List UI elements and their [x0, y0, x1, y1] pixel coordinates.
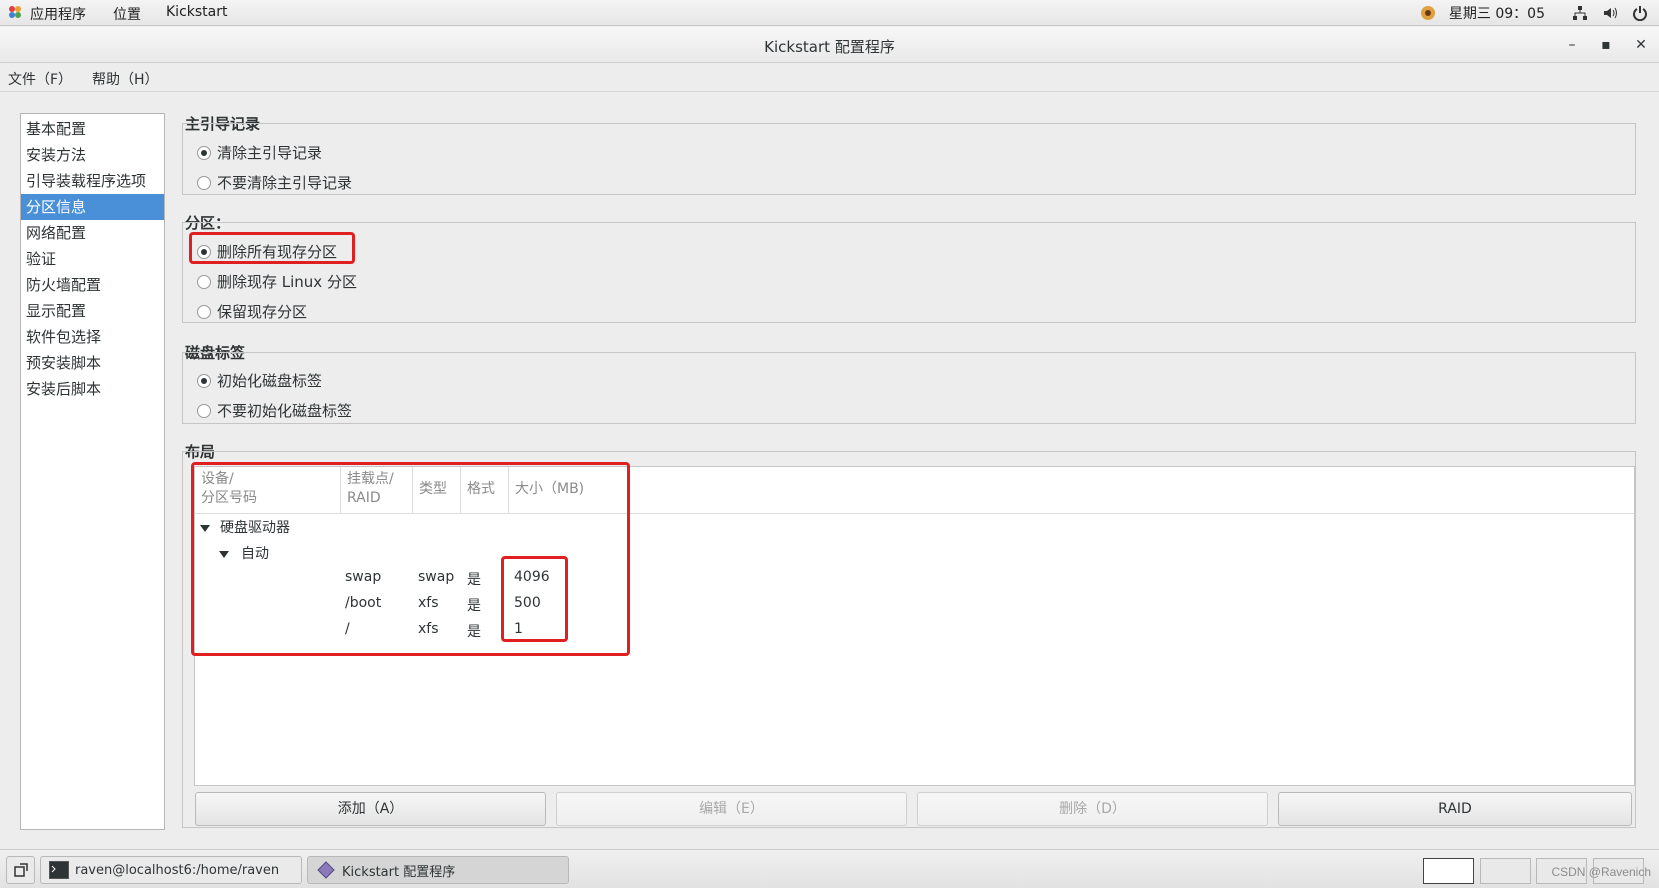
taskbar-terminal[interactable]: raven@localhost6:/home/raven: [40, 856, 302, 884]
option-label: 初始化磁盘标签: [217, 372, 323, 390]
sidebar-item-pre-script[interactable]: 预安装脚本: [21, 350, 164, 376]
maximize-button[interactable]: ▪: [1597, 36, 1615, 54]
mbr-clear-option[interactable]: 清除主引导记录: [197, 142, 322, 163]
radio-button[interactable]: [197, 403, 211, 418]
show-desktop-button[interactable]: [6, 856, 35, 884]
sidebar-item-post-script[interactable]: 安装后脚本: [21, 376, 164, 402]
window-title: Kickstart 配置程序: [764, 38, 895, 56]
option-label: 不要清除主引导记录: [217, 174, 353, 192]
volume-icon[interactable]: [1601, 4, 1619, 22]
taskbar-kickstart-label: Kickstart 配置程序: [342, 864, 456, 880]
partitions-frame: [182, 222, 1636, 323]
delete-button[interactable]: 删除（D）: [917, 792, 1268, 826]
terminal-icon: [49, 861, 69, 879]
show-desktop-icon: [13, 863, 28, 877]
radio-button[interactable]: [197, 373, 211, 388]
disklabel-frame: [182, 352, 1636, 424]
option-label: 删除现存 Linux 分区: [217, 273, 357, 291]
option-label: 保留现存分区: [217, 303, 308, 321]
sidebar-item-display[interactable]: 显示配置: [21, 298, 164, 324]
active-app-menu[interactable]: Kickstart: [166, 4, 227, 20]
edit-button[interactable]: 编辑（E）: [556, 792, 907, 826]
category-list: 基本配置 安装方法 引导装载程序选项 分区信息 网络配置 验证 防火墙配置 显示…: [20, 113, 165, 830]
partition-remove-linux-option[interactable]: 删除现存 Linux 分区: [197, 271, 357, 292]
sidebar-item-packages[interactable]: 软件包选择: [21, 324, 164, 350]
minimize-button[interactable]: –: [1563, 36, 1581, 54]
mbr-frame: [182, 123, 1636, 195]
option-label: 清除主引导记录: [217, 144, 323, 162]
menubar: 文件（F） 帮助（H）: [0, 64, 1659, 92]
help-menu[interactable]: 帮助（H）: [92, 69, 159, 89]
radio-button[interactable]: [197, 274, 211, 289]
workspace-2[interactable]: [1480, 858, 1531, 884]
radio-button[interactable]: [197, 304, 211, 319]
taskbar: raven@localhost6:/home/raven Kickstart 配…: [0, 849, 1659, 888]
sidebar-item-bootloader[interactable]: 引导装载程序选项: [21, 168, 164, 194]
sidebar-item-firewall[interactable]: 防火墙配置: [21, 272, 164, 298]
annotation-highlight-box: [501, 556, 568, 642]
sidebar-item-network[interactable]: 网络配置: [21, 220, 164, 246]
kickstart-icon: [317, 861, 335, 879]
window-titlebar[interactable]: Kickstart 配置程序 – ▪ ✕: [0, 27, 1659, 63]
system-tray: 星期三 09：05: [1419, 3, 1649, 23]
radio-button[interactable]: [197, 175, 211, 190]
add-button[interactable]: 添加（A）: [195, 792, 546, 826]
sidebar-item-partition[interactable]: 分区信息: [21, 194, 164, 220]
network-icon[interactable]: [1571, 4, 1589, 22]
taskbar-kickstart[interactable]: Kickstart 配置程序: [307, 856, 569, 884]
power-icon[interactable]: [1631, 4, 1649, 22]
radio-button[interactable]: [197, 145, 211, 160]
top-panel: 应用程序 位置 Kickstart 星期三 09：05: [0, 0, 1659, 26]
applications-icon: [9, 6, 21, 18]
mbr-keep-option[interactable]: 不要清除主引导记录: [197, 172, 352, 193]
taskbar-terminal-label: raven@localhost6:/home/raven: [75, 862, 280, 878]
annotation-highlight-box: [189, 232, 355, 264]
partition-preserve-option[interactable]: 保留现存分区: [197, 301, 307, 322]
clock[interactable]: 星期三 09：05: [1449, 3, 1545, 23]
close-button[interactable]: ✕: [1632, 36, 1650, 54]
raid-button[interactable]: RAID: [1278, 792, 1632, 826]
places-menu[interactable]: 位置: [113, 4, 141, 24]
sidebar-item-basic[interactable]: 基本配置: [21, 116, 164, 142]
applications-menu[interactable]: 应用程序: [30, 4, 86, 24]
notification-icon[interactable]: [1419, 4, 1437, 22]
sidebar-item-install-method[interactable]: 安装方法: [21, 142, 164, 168]
file-menu[interactable]: 文件（F）: [8, 69, 72, 89]
disklabel-noinit-option[interactable]: 不要初始化磁盘标签: [197, 400, 352, 421]
disklabel-init-option[interactable]: 初始化磁盘标签: [197, 370, 322, 391]
option-label: 不要初始化磁盘标签: [217, 402, 353, 420]
workspace-1[interactable]: [1423, 858, 1474, 884]
sidebar-item-auth[interactable]: 验证: [21, 246, 164, 272]
watermark: CSDN @Ravenich: [1551, 865, 1651, 879]
